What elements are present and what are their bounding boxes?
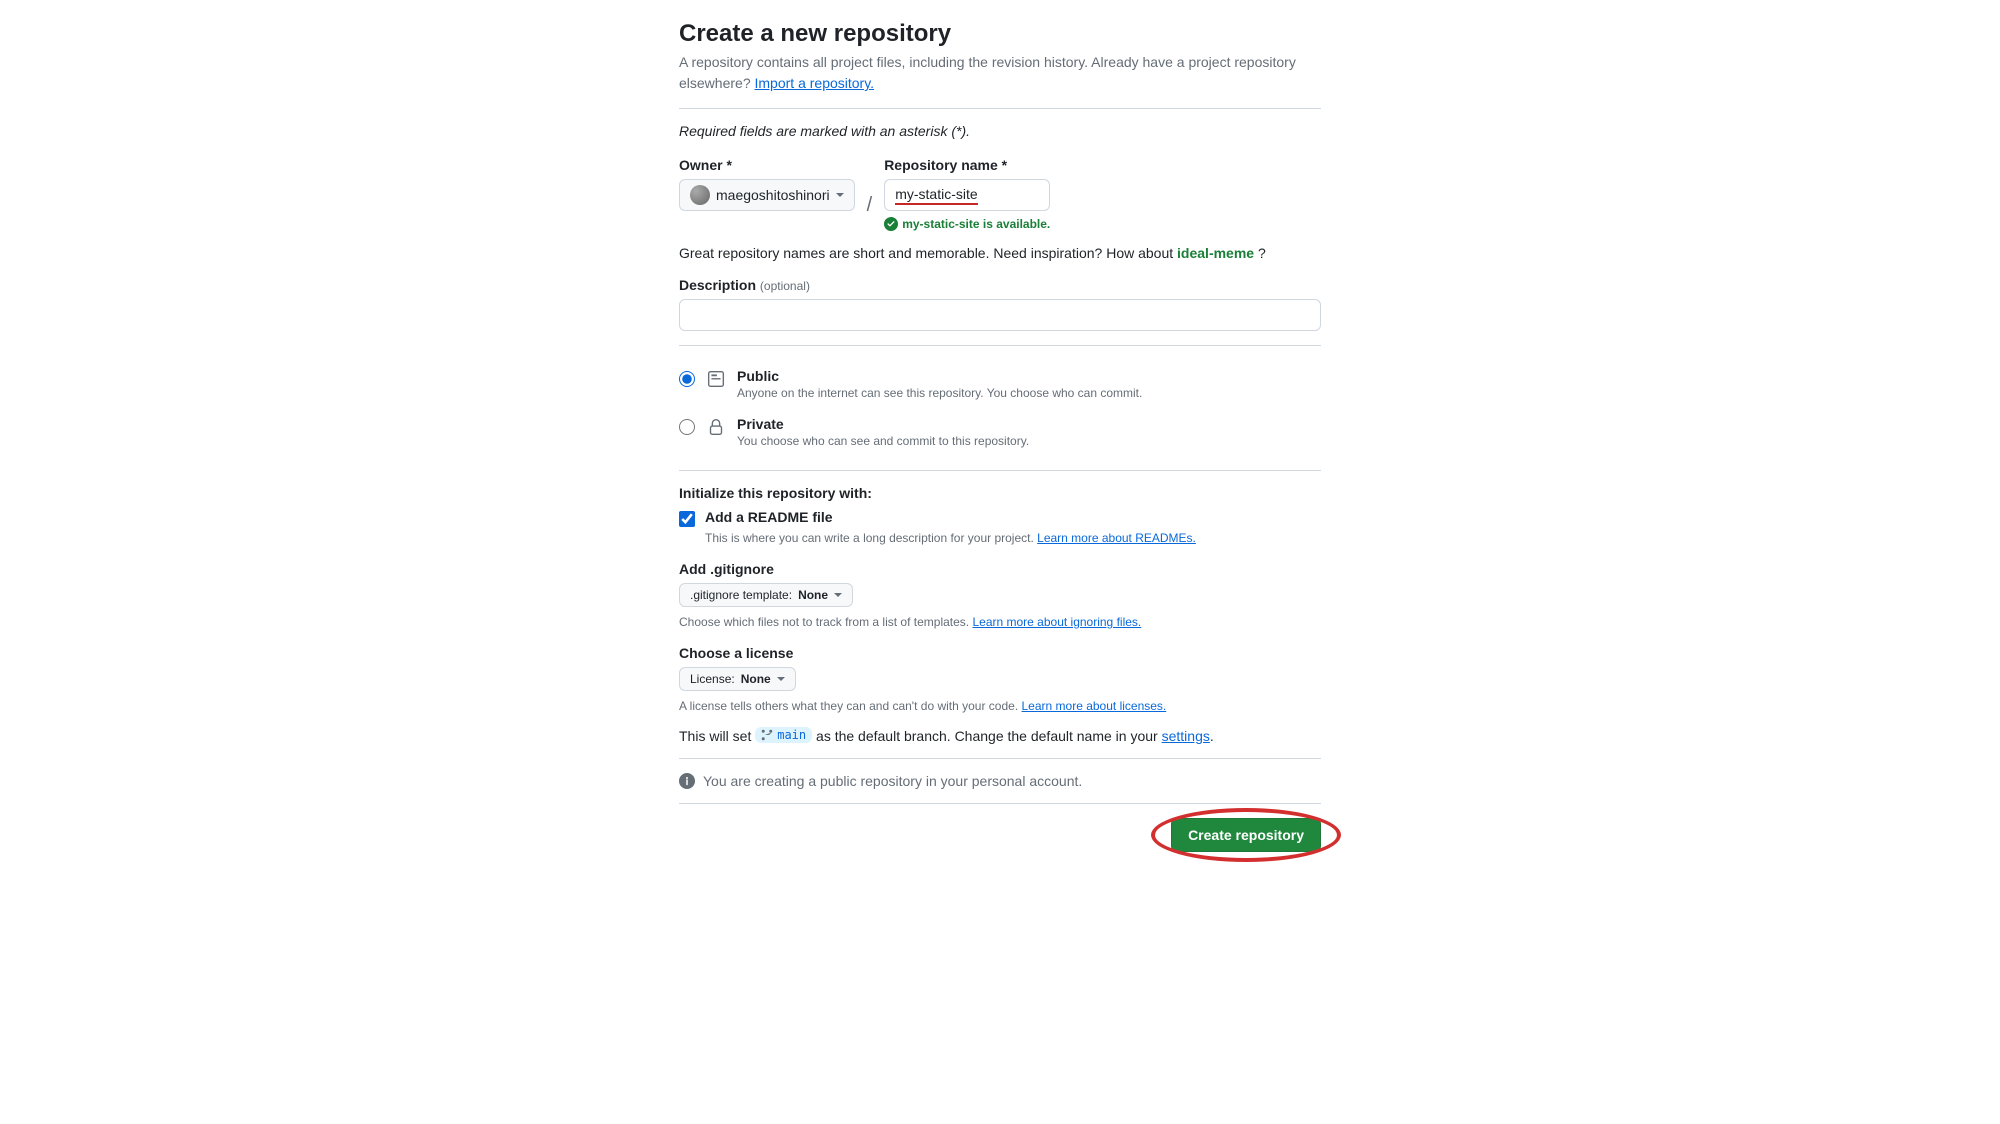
info-icon bbox=[679, 773, 695, 789]
divider bbox=[679, 803, 1321, 804]
caret-down-icon bbox=[834, 593, 842, 597]
page-title: Create a new repository bbox=[679, 20, 1321, 48]
divider bbox=[679, 345, 1321, 346]
divider bbox=[679, 108, 1321, 109]
lock-icon bbox=[705, 416, 727, 441]
owner-value: maegoshitoshinori bbox=[716, 187, 830, 203]
info-line: You are creating a public repository in … bbox=[679, 773, 1321, 789]
gitignore-learn-link[interactable]: Learn more about ignoring files. bbox=[972, 615, 1141, 629]
public-desc: Anyone on the internet can see this repo… bbox=[737, 386, 1142, 400]
owner-select[interactable]: maegoshitoshinori bbox=[679, 179, 855, 211]
divider bbox=[679, 758, 1321, 759]
create-repository-button[interactable]: Create repository bbox=[1171, 818, 1321, 852]
caret-down-icon bbox=[836, 193, 844, 197]
divider bbox=[679, 470, 1321, 471]
settings-link[interactable]: settings bbox=[1162, 728, 1210, 744]
page-subtitle: A repository contains all project files,… bbox=[679, 52, 1321, 94]
private-desc: You choose who can see and commit to thi… bbox=[737, 434, 1029, 448]
public-radio[interactable] bbox=[679, 371, 695, 387]
path-separator: / bbox=[867, 172, 873, 217]
description-label: Description (optional) bbox=[679, 277, 1321, 293]
default-branch-line: This will set main as the default branch… bbox=[679, 727, 1321, 744]
description-field: Description (optional) bbox=[679, 277, 1321, 331]
license-learn-link[interactable]: Learn more about licenses. bbox=[1022, 699, 1167, 713]
naming-hint: Great repository names are short and mem… bbox=[679, 245, 1321, 261]
add-readme-label: Add a README file bbox=[705, 509, 833, 525]
gitignore-label: Add .gitignore bbox=[679, 561, 1321, 577]
repo-name-value: my-static-site bbox=[895, 186, 977, 205]
visibility-public-row[interactable]: Public Anyone on the internet can see th… bbox=[679, 360, 1321, 408]
add-readme-row[interactable]: Add a README file bbox=[679, 509, 1321, 527]
required-fields-note: Required fields are marked with an aster… bbox=[679, 123, 1321, 139]
avatar-icon bbox=[690, 185, 710, 205]
license-hint: A license tells others what they can and… bbox=[679, 699, 1321, 713]
repo-name-label: Repository name * bbox=[884, 157, 1050, 173]
suggested-name[interactable]: ideal-meme bbox=[1177, 245, 1254, 261]
add-readme-desc: This is where you can write a long descr… bbox=[705, 531, 1321, 545]
gitignore-select[interactable]: .gitignore template: None bbox=[679, 583, 853, 607]
license-label: Choose a license bbox=[679, 645, 1321, 661]
repo-name-input[interactable]: my-static-site bbox=[884, 179, 1050, 211]
import-repository-link[interactable]: Import a repository. bbox=[755, 75, 875, 91]
description-input[interactable] bbox=[679, 299, 1321, 331]
gitignore-hint: Choose which files not to track from a l… bbox=[679, 615, 1321, 629]
license-select[interactable]: License: None bbox=[679, 667, 796, 691]
public-title: Public bbox=[737, 368, 1142, 384]
repo-icon bbox=[705, 368, 727, 393]
branch-chip: main bbox=[755, 727, 812, 743]
readme-learn-link[interactable]: Learn more about READMEs. bbox=[1037, 531, 1196, 545]
check-circle-icon bbox=[884, 217, 898, 231]
repo-name-field: Repository name * my-static-site my-stat… bbox=[884, 157, 1050, 231]
owner-label: Owner * bbox=[679, 157, 855, 173]
owner-field: Owner * maegoshitoshinori bbox=[679, 157, 855, 211]
private-title: Private bbox=[737, 416, 1029, 432]
caret-down-icon bbox=[777, 677, 785, 681]
add-readme-checkbox[interactable] bbox=[679, 511, 695, 527]
availability-status: my-static-site is available. bbox=[884, 217, 1050, 231]
git-branch-icon bbox=[761, 729, 773, 741]
visibility-private-row[interactable]: Private You choose who can see and commi… bbox=[679, 408, 1321, 456]
private-radio[interactable] bbox=[679, 419, 695, 435]
initialize-title: Initialize this repository with: bbox=[679, 485, 1321, 501]
